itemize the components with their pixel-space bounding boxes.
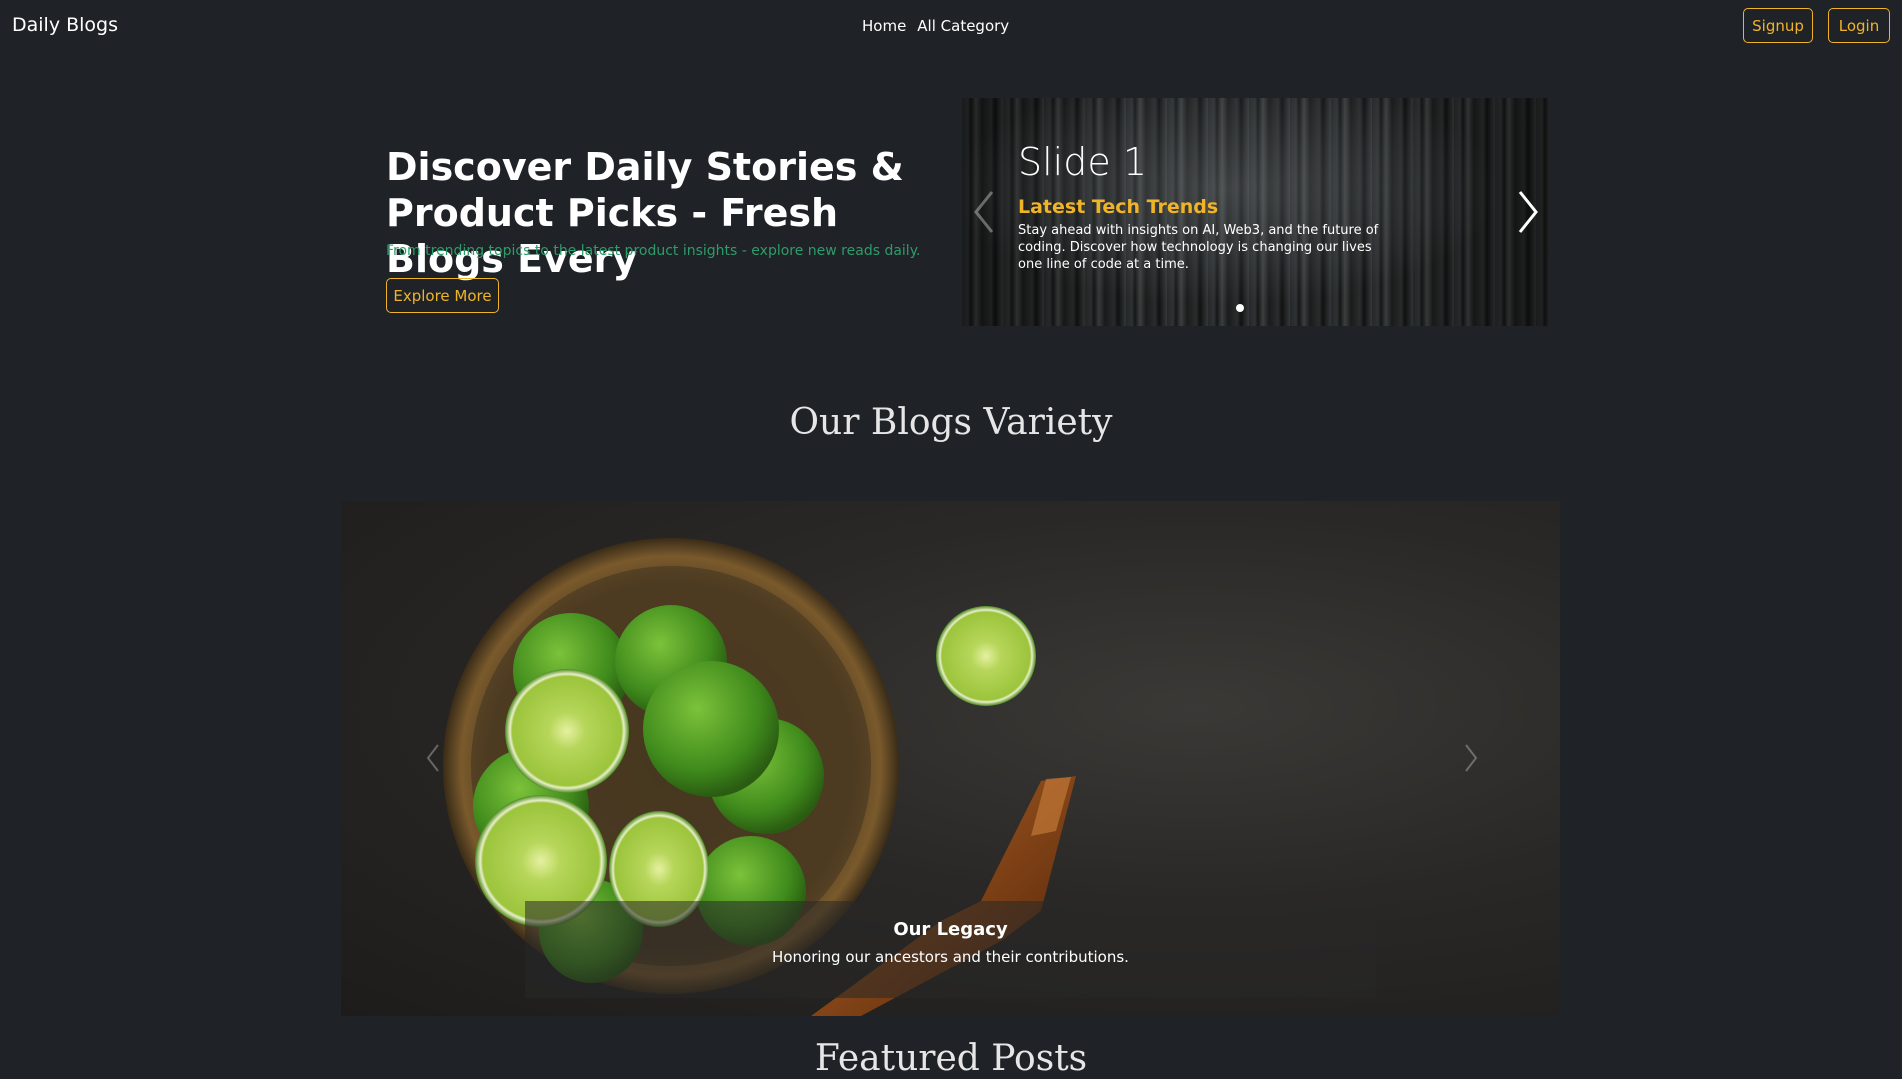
big-carousel-prev-icon[interactable] — [423, 742, 443, 774]
caption-title: Our Legacy — [893, 919, 1008, 940]
hero-subtitle: From trending topics to the latest produ… — [386, 243, 921, 259]
brand-logo[interactable]: Daily Blogs — [12, 14, 118, 36]
section-heading-variety: Our Blogs Variety — [789, 402, 1113, 443]
carousel-next-button[interactable] — [1512, 188, 1542, 236]
explore-more-button[interactable]: Explore More — [386, 278, 499, 313]
navbar: Daily Blogs Home All Category Signup Log… — [0, 0, 1902, 53]
chevron-right-icon — [1518, 191, 1538, 233]
variety-carousel: Our Legacy Honoring our ancestors and th… — [341, 501, 1560, 1016]
nav-link-all-category[interactable]: All Category — [917, 17, 1009, 35]
login-button[interactable]: Login — [1828, 8, 1890, 43]
section-heading-featured: Featured Posts — [814, 1038, 1088, 1079]
slide-text: Stay ahead with insights on AI, Web3, an… — [1018, 223, 1379, 272]
hero-title: Discover Daily Stories & Product Picks -… — [386, 145, 904, 281]
hero-carousel: Slide 1 Latest Tech Trends Stay ahead wi… — [962, 98, 1549, 326]
carousel-caption: Our Legacy Honoring our ancestors and th… — [525, 901, 1376, 998]
carousel-indicator-active[interactable] — [1236, 304, 1244, 312]
carousel-prev-button[interactable] — [970, 188, 1000, 236]
slide-title: Slide 1 — [1018, 140, 1147, 184]
nav-link-home[interactable]: Home — [862, 17, 906, 35]
caption-text: Honoring our ancestors and their contrib… — [772, 948, 1129, 966]
chevron-left-icon — [974, 191, 994, 233]
big-carousel-next-icon[interactable] — [1461, 742, 1481, 774]
nav-links: Home All Category — [862, 17, 1009, 35]
slide-subtitle: Latest Tech Trends — [1018, 196, 1219, 218]
signup-button[interactable]: Signup — [1743, 8, 1813, 43]
